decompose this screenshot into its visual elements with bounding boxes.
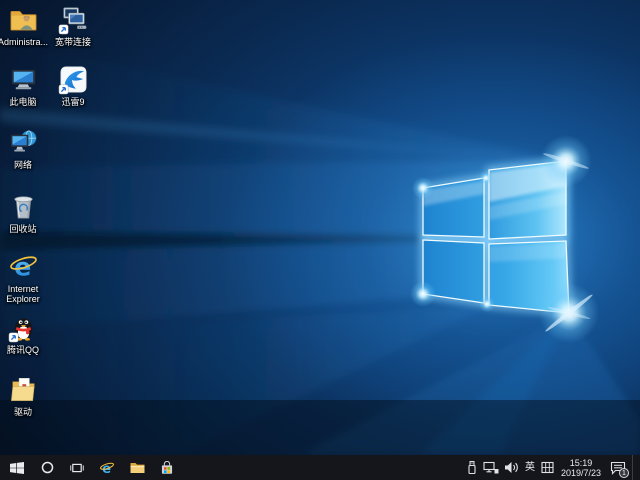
windows-logo-icon xyxy=(10,461,24,475)
shortcut-arrow-overlay xyxy=(58,25,67,34)
desktop-icon-label: 回收站 xyxy=(9,224,36,234)
clock-time: 15:19 xyxy=(561,458,601,468)
desktop-icon-label: 腾讯QQ xyxy=(7,345,39,355)
this-pc-icon xyxy=(8,64,39,95)
shortcut-arrow-overlay xyxy=(8,333,17,342)
desktop-icon-recycle-bin[interactable]: 回收站 xyxy=(0,191,49,234)
touch-keyboard-tray-icon[interactable] xyxy=(540,455,555,480)
clock-date: 2019/7/23 xyxy=(561,468,601,478)
desktop-icon-label: 此电脑 xyxy=(9,97,36,107)
recycle-bin-icon xyxy=(8,191,39,222)
desktop-icon-administrator[interactable]: Administra... xyxy=(0,4,49,47)
internet-explorer-icon: e xyxy=(99,460,115,476)
desktop-icon-broadband-connection[interactable]: 宽带连接 xyxy=(47,4,99,47)
taskbar: e xyxy=(0,455,640,480)
usb-icon xyxy=(466,460,478,475)
administrator-folder-icon xyxy=(8,4,39,35)
speaker-icon xyxy=(504,461,519,474)
desktop-icon-label: 网络 xyxy=(14,160,32,170)
driver-folder-icon xyxy=(8,374,39,405)
desktop-icon-network[interactable]: 网络 xyxy=(0,127,49,170)
microsoft-store-icon xyxy=(160,461,174,475)
xunlei-bird-icon xyxy=(58,64,89,95)
task-view-icon xyxy=(70,462,84,474)
ime-grid-icon xyxy=(541,461,554,474)
volume-tray-icon[interactable] xyxy=(503,455,520,480)
desktop-icon-label: 驱动 xyxy=(14,407,32,417)
broadband-connection-icon xyxy=(58,4,89,35)
network-icon xyxy=(8,127,39,158)
taskbar-internet-explorer-button[interactable]: e xyxy=(95,455,119,480)
desktop-icon-tencent-qq[interactable]: 腾讯QQ xyxy=(0,312,49,355)
search-circle-icon xyxy=(41,461,54,474)
ime-language-indicator[interactable]: 英 xyxy=(523,455,537,480)
desktop-icon-internet-explorer[interactable]: e Internet Explorer xyxy=(0,251,49,304)
internet-explorer-icon: e xyxy=(8,251,39,282)
tray-clock[interactable]: 15:19 2019/7/23 xyxy=(558,458,604,478)
desktop-icon-driver-folder[interactable]: 驱动 xyxy=(0,374,49,417)
desktop: Administra... 宽带连接 此电脑 xyxy=(0,0,640,480)
task-view-button[interactable] xyxy=(65,455,89,480)
desktop-icon-xunlei-9[interactable]: 迅雷9 xyxy=(47,64,99,107)
desktop-icon-label: 宽带连接 xyxy=(55,37,91,47)
start-button[interactable] xyxy=(5,455,29,480)
file-explorer-folder-icon xyxy=(130,461,145,474)
action-center-button[interactable]: 1 xyxy=(607,455,629,480)
taskbar-microsoft-store-button[interactable] xyxy=(155,455,179,480)
shortcut-arrow-overlay xyxy=(58,85,67,94)
qq-penguin-icon xyxy=(8,312,39,343)
network-tray-icon[interactable] xyxy=(482,455,500,480)
notification-badge: 1 xyxy=(619,468,629,478)
desktop-icon-label: 迅雷9 xyxy=(61,97,84,107)
desktop-icon-label: Administra... xyxy=(0,37,48,47)
desktop-icon-label: Internet Explorer xyxy=(0,284,49,304)
ethernet-network-icon xyxy=(483,461,499,475)
show-desktop-strip[interactable] xyxy=(632,455,636,480)
taskbar-buttons: e xyxy=(0,455,179,480)
taskbar-file-explorer-button[interactable] xyxy=(125,455,149,480)
desktop-icon-this-pc[interactable]: 此电脑 xyxy=(0,64,49,107)
usb-device-tray-icon[interactable] xyxy=(465,455,479,480)
cortana-search-button[interactable] xyxy=(35,455,59,480)
system-tray: 英 15:19 2019/7/23 1 xyxy=(465,455,640,480)
